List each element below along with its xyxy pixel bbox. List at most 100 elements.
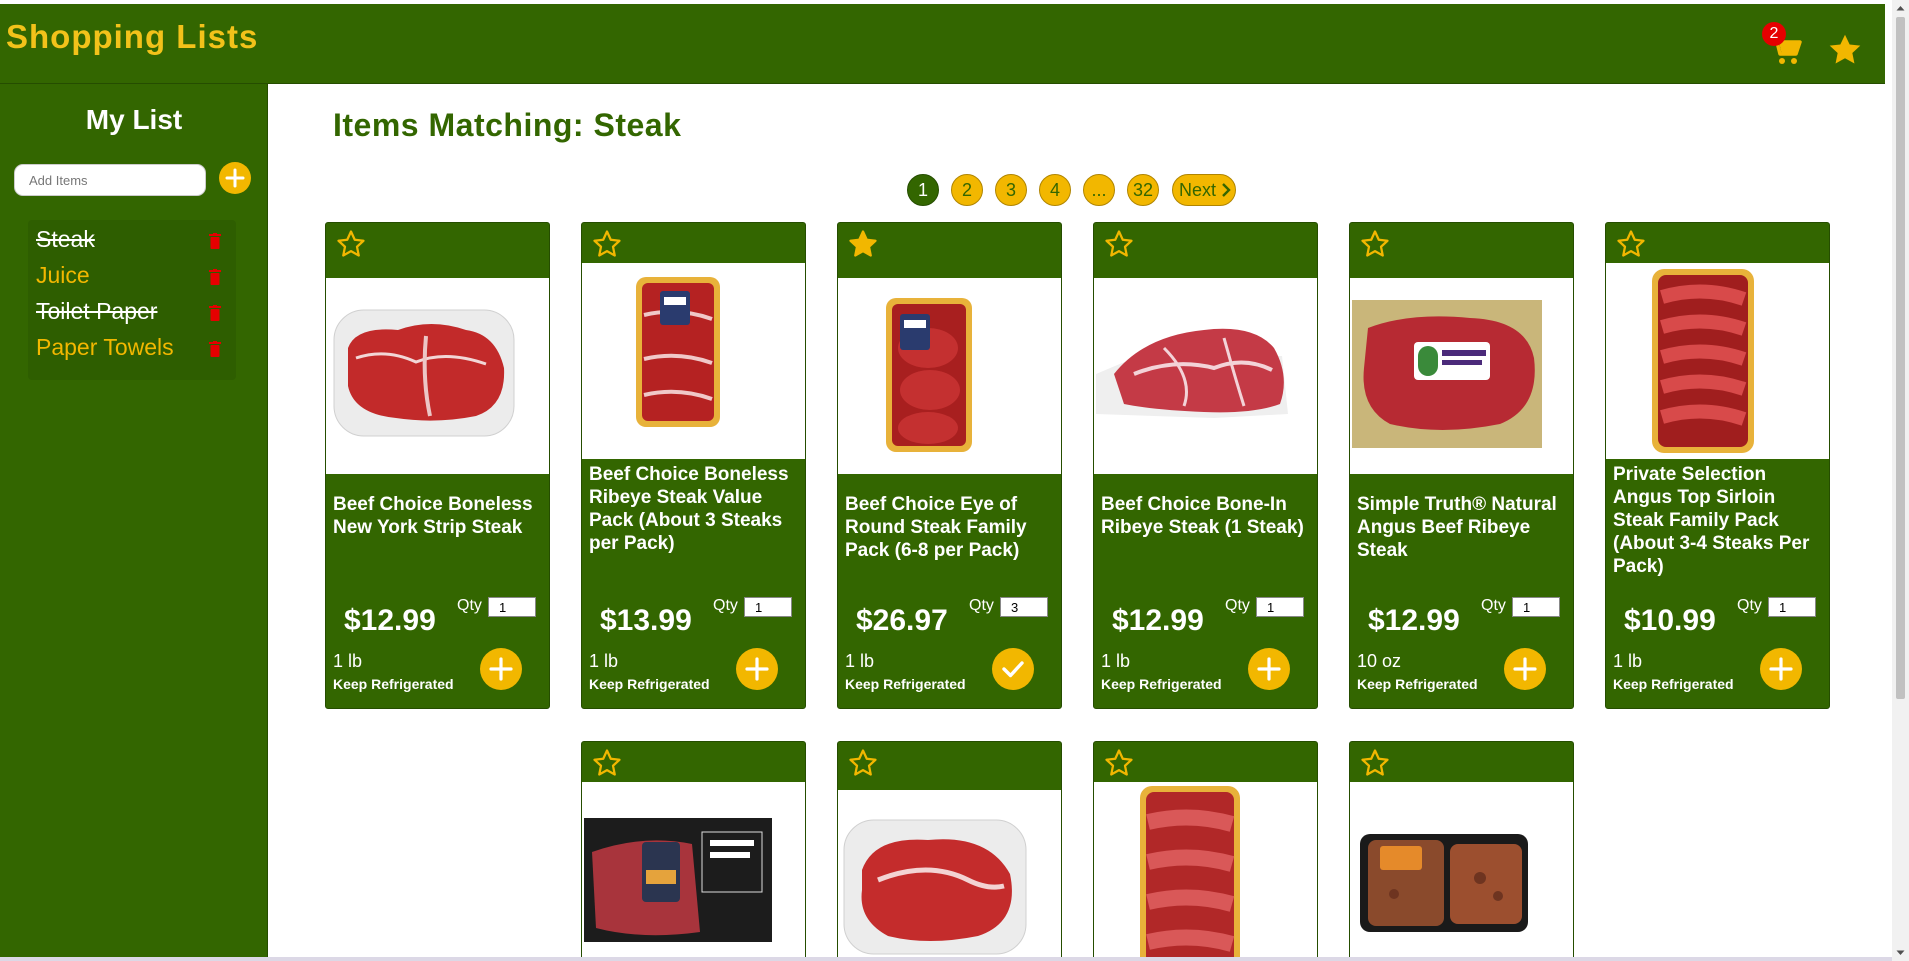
list-item[interactable]: Paper Towels — [36, 332, 236, 366]
qty-input[interactable] — [1000, 597, 1048, 617]
trash-icon[interactable] — [208, 341, 222, 357]
product-card — [1093, 741, 1318, 961]
star-outline-icon[interactable] — [592, 229, 622, 259]
product-size: 1 lb — [845, 651, 875, 671]
page-title: Items Matching: Steak — [333, 107, 682, 143]
cart-button[interactable]: 2 — [1762, 22, 1804, 68]
trash-icon[interactable] — [208, 305, 222, 321]
product-card: Beef Choice Boneless Ribeye Steak Value … — [581, 222, 806, 709]
product-image[interactable] — [838, 278, 1061, 474]
steak-image — [1352, 300, 1542, 448]
qty-input[interactable] — [744, 597, 792, 617]
steak-image — [636, 277, 720, 427]
trash-icon[interactable] — [208, 269, 222, 285]
star-outline-icon[interactable] — [1104, 229, 1134, 259]
add-items-input[interactable] — [14, 164, 206, 196]
product-card — [837, 741, 1062, 961]
plus-icon — [1769, 657, 1793, 681]
qty-label: Qty — [969, 597, 994, 614]
star-outline-icon[interactable] — [1616, 229, 1646, 259]
list-item-label: Juice — [36, 262, 90, 288]
qty-label: Qty — [1225, 597, 1250, 614]
product-name: Simple Truth® Natural Angus Beef Ribeye … — [1357, 494, 1557, 561]
next-page-button[interactable]: Next — [1172, 174, 1236, 206]
steak-image — [886, 298, 972, 452]
product-card: Beef Choice Bone-In Ribeye Steak (1 Stea… — [1093, 222, 1318, 709]
product-price: $13.99 — [600, 604, 692, 637]
add-item-button[interactable] — [219, 162, 251, 194]
product-name: Beef Choice Eye of Round Steak Family Pa… — [845, 494, 1027, 561]
product-size: 1 lb — [1101, 651, 1131, 671]
add-to-cart-button[interactable] — [1760, 648, 1802, 690]
product-image[interactable] — [1094, 278, 1317, 474]
star-icon — [1829, 34, 1861, 64]
product-size: 1 lb — [589, 651, 619, 671]
steak-image — [333, 309, 515, 437]
steak-image — [1652, 269, 1754, 453]
product-image[interactable] — [1350, 782, 1573, 961]
page-button-4[interactable]: 4 — [1039, 174, 1071, 206]
qty-input[interactable] — [1512, 597, 1560, 617]
product-name: Beef Choice Bone-In Ribeye Steak (1 Stea… — [1101, 494, 1304, 538]
product-name: Beef Choice Boneless New York Strip Stea… — [333, 494, 533, 538]
page-button-1[interactable]: 1 — [907, 174, 939, 206]
product-price: $12.99 — [344, 604, 436, 637]
scroll-up-arrow-icon[interactable] — [1892, 0, 1909, 17]
star-outline-icon[interactable] — [848, 748, 878, 778]
steak-image — [584, 818, 772, 942]
steak-image — [843, 819, 1027, 955]
add-to-cart-button[interactable] — [1504, 648, 1546, 690]
storage-note: Keep Refrigerated — [845, 676, 966, 692]
trash-icon[interactable] — [208, 233, 222, 249]
list-item-label: Toilet Paper — [36, 298, 158, 324]
list-item[interactable]: Toilet Paper — [36, 296, 236, 330]
add-to-cart-button[interactable] — [1248, 648, 1290, 690]
list-item[interactable]: Steak — [36, 224, 236, 258]
shopping-list: Steak Juice Toilet Paper Paper Towels — [28, 220, 236, 380]
chevron-right-icon — [1222, 183, 1231, 197]
steak-image — [1140, 786, 1240, 961]
qty-input[interactable] — [1768, 597, 1816, 617]
product-card — [581, 741, 806, 961]
in-cart-button[interactable] — [992, 648, 1034, 690]
product-name: Beef Choice Boneless Ribeye Steak Value … — [589, 464, 789, 554]
product-image[interactable] — [838, 790, 1061, 961]
scroll-down-arrow-icon[interactable] — [1892, 944, 1909, 961]
star-outline-icon[interactable] — [592, 748, 622, 778]
add-to-cart-button[interactable] — [480, 648, 522, 690]
sidebar-title: My List — [85, 104, 183, 135]
product-size: 1 lb — [1613, 651, 1643, 671]
product-image[interactable] — [582, 782, 805, 961]
product-image[interactable] — [1094, 782, 1317, 961]
product-name: Private Selection Angus Top Sirloin Stea… — [1613, 464, 1810, 577]
page-button-32[interactable]: 32 — [1127, 174, 1159, 206]
product-image[interactable] — [1350, 278, 1573, 474]
star-outline-icon[interactable] — [1360, 748, 1390, 778]
plus-icon — [489, 657, 513, 681]
star-outline-icon[interactable] — [1104, 748, 1134, 778]
qty-input[interactable] — [1256, 597, 1304, 617]
star-outline-icon[interactable] — [1360, 229, 1390, 259]
product-size: 1 lb — [333, 651, 363, 671]
qty-label: Qty — [713, 597, 738, 614]
page-button-3[interactable]: 3 — [995, 174, 1027, 206]
favorites-button[interactable] — [1827, 32, 1863, 68]
qty-label: Qty — [1481, 597, 1506, 614]
qty-label: Qty — [1737, 597, 1762, 614]
plus-icon — [1513, 657, 1537, 681]
product-image[interactable] — [1606, 263, 1829, 459]
qty-input[interactable] — [488, 597, 536, 617]
product-image[interactable] — [326, 278, 549, 474]
list-item[interactable]: Juice — [36, 260, 236, 294]
vertical-scrollbar[interactable] — [1892, 0, 1909, 961]
add-to-cart-button[interactable] — [736, 648, 778, 690]
star-outline-icon[interactable] — [336, 229, 366, 259]
product-card: Private Selection Angus Top Sirloin Stea… — [1605, 222, 1830, 709]
product-image[interactable] — [582, 263, 805, 459]
qty-label: Qty — [457, 597, 482, 614]
page-ellipsis-button[interactable]: ... — [1083, 174, 1115, 206]
top-header: Shopping Lists 2 — [0, 4, 1885, 84]
scrollbar-thumb[interactable] — [1896, 17, 1905, 699]
star-filled-icon[interactable] — [848, 229, 878, 259]
page-button-2[interactable]: 2 — [951, 174, 983, 206]
